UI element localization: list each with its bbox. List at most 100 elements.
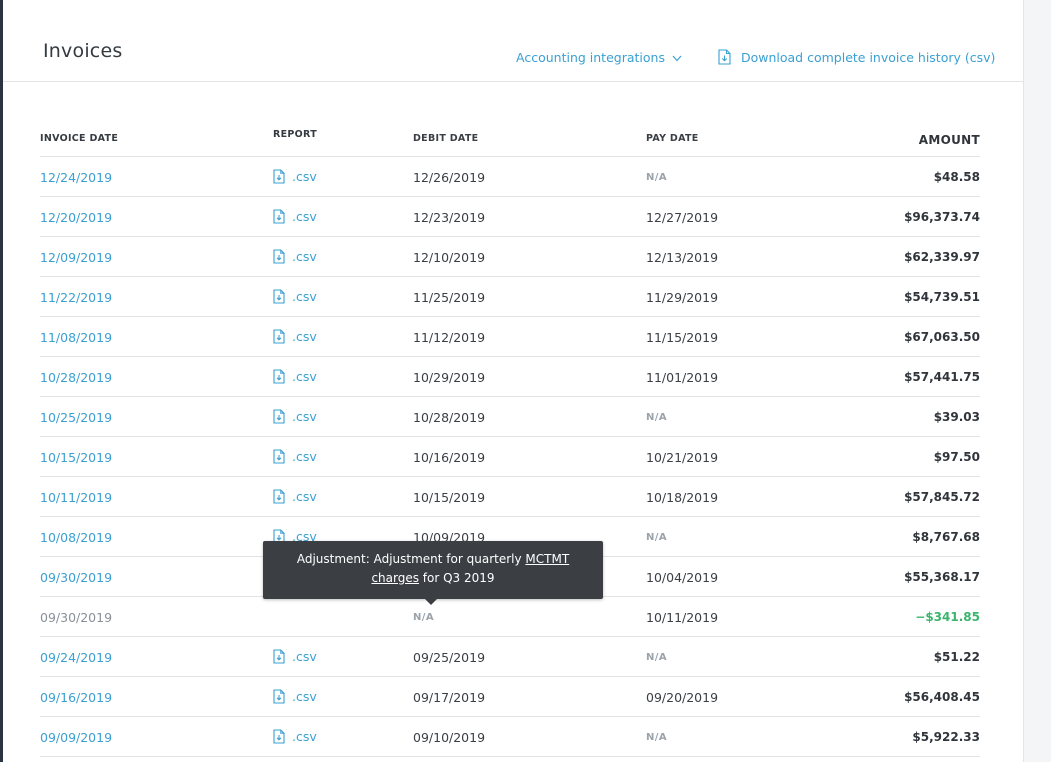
csv-report-label: .csv xyxy=(292,209,317,224)
csv-report-link[interactable]: .csv xyxy=(273,649,317,667)
debit-date-cell: 11/12/2019 xyxy=(413,330,486,345)
pay-date-cell: 10/21/2019 xyxy=(646,450,719,465)
pay-date-cell: 11/15/2019 xyxy=(646,330,719,345)
csv-report-label: .csv xyxy=(292,329,317,344)
invoice-date-cell: 09/30/2019 xyxy=(40,610,113,625)
invoice-date-cell[interactable]: 12/24/2019 xyxy=(40,170,112,185)
pay-date-cell: N/A xyxy=(646,532,667,543)
chevron-down-icon xyxy=(672,50,682,65)
tooltip-charges-link[interactable]: charges xyxy=(371,571,419,585)
debit-date-cell: 11/25/2019 xyxy=(413,290,486,305)
invoice-date-cell[interactable]: 09/30/2019 xyxy=(40,570,112,585)
tooltip-text-prefix: Adjustment: Adjustment for quarterly xyxy=(296,552,526,566)
column-header-pay-date[interactable]: PAY DATE xyxy=(646,133,699,144)
csv-report-link[interactable]: .csv xyxy=(273,169,317,187)
csv-report-link[interactable]: .csv xyxy=(273,689,317,707)
csv-report-link[interactable]: .csv xyxy=(273,489,317,507)
debit-date-cell: 10/16/2019 xyxy=(413,450,486,465)
document-download-icon xyxy=(273,249,285,267)
csv-report-label: .csv xyxy=(292,369,317,384)
csv-report-label: .csv xyxy=(292,649,317,664)
csv-report-label: .csv xyxy=(292,489,317,504)
invoice-date-cell[interactable]: 10/25/2019 xyxy=(40,410,112,425)
document-download-icon xyxy=(273,209,285,227)
column-header-report: REPORT xyxy=(273,129,318,140)
csv-report-link[interactable]: .csv xyxy=(273,449,317,467)
invoice-date-cell[interactable]: 12/20/2019 xyxy=(40,210,112,225)
page-title: Invoices xyxy=(43,40,123,62)
amount-cell: $48.58 xyxy=(933,170,980,184)
pay-date-cell: 10/04/2019 xyxy=(646,570,719,585)
debit-date-cell: 12/10/2019 xyxy=(413,250,486,265)
table-row: 09/16/2019 .csv 09/17/2019 09/20/2019 $56,40… xyxy=(40,677,980,717)
invoices-header: Invoices Accounting integrations Downloa… xyxy=(3,0,1023,82)
debit-date-cell: 10/29/2019 xyxy=(413,370,486,385)
invoice-date-cell[interactable]: 11/22/2019 xyxy=(40,290,112,305)
column-header-amount[interactable]: AMOUNT xyxy=(919,133,980,147)
column-header-invoice-date[interactable]: INVOICE DATE xyxy=(40,133,118,144)
invoices-table: INVOICE DATE REPORT DEBIT DATE PAY DATE … xyxy=(40,117,980,757)
csv-report-link[interactable]: .csv xyxy=(273,729,317,747)
csv-report-label: .csv xyxy=(292,409,317,424)
amount-cell: $54,739.51 xyxy=(904,290,980,304)
tooltip-text-suffix: for Q3 2019 xyxy=(418,571,495,585)
csv-report-link[interactable]: .csv xyxy=(273,249,317,267)
invoice-date-cell[interactable]: 10/15/2019 xyxy=(40,450,112,465)
csv-report-label: .csv xyxy=(292,289,317,304)
debit-date-cell: N/A xyxy=(413,612,434,623)
amount-cell: $8,767.68 xyxy=(912,530,980,544)
debit-date-cell: 09/25/2019 xyxy=(413,650,486,665)
amount-cell: $67,063.50 xyxy=(904,330,980,344)
amount-cell: $55,368.17 xyxy=(904,570,980,584)
table-row: 10/15/2019 .csv 10/16/2019 10/21/2019 $97.50 xyxy=(40,437,980,477)
invoice-date-cell[interactable]: 10/28/2019 xyxy=(40,370,112,385)
invoice-date-cell[interactable]: 10/11/2019 xyxy=(40,490,112,505)
csv-report-link[interactable]: .csv xyxy=(273,289,317,307)
pay-date-cell: 09/20/2019 xyxy=(646,690,719,705)
invoice-date-cell[interactable]: 12/09/2019 xyxy=(40,250,112,265)
amount-cell: $97.50 xyxy=(933,450,980,464)
amount-cell: $62,339.97 xyxy=(904,250,980,264)
document-download-icon xyxy=(273,369,285,387)
csv-report-link[interactable]: .csv xyxy=(273,409,317,427)
document-download-icon xyxy=(718,49,731,68)
invoice-date-cell[interactable]: 10/08/2019 xyxy=(40,530,112,545)
amount-cell: $57,441.75 xyxy=(904,370,980,384)
table-body: 12/24/2019 .csv 12/26/2019 N/A $48.58 12/20/2… xyxy=(40,157,980,757)
invoice-date-cell[interactable]: 09/24/2019 xyxy=(40,650,112,665)
pay-date-cell: 12/27/2019 xyxy=(646,210,719,225)
invoice-date-cell[interactable]: 09/16/2019 xyxy=(40,690,112,705)
amount-cell: $51.22 xyxy=(933,650,980,664)
pay-date-cell: N/A xyxy=(646,732,667,743)
tooltip-mctmt-link[interactable]: MCTMT xyxy=(525,552,569,566)
csv-report-link[interactable]: .csv xyxy=(273,329,317,347)
csv-report-link[interactable]: .csv xyxy=(273,209,317,227)
document-download-icon xyxy=(273,409,285,427)
amount-cell: $56,408.45 xyxy=(904,690,980,704)
document-download-icon xyxy=(273,689,285,707)
table-row: 10/28/2019 .csv 10/29/2019 11/01/2019 $57,44… xyxy=(40,357,980,397)
accounting-integrations-dropdown[interactable]: Accounting integrations xyxy=(516,50,682,65)
csv-report-label: .csv xyxy=(292,169,317,184)
pay-date-cell: 10/18/2019 xyxy=(646,490,719,505)
table-row: 09/09/2019 .csv 09/10/2019 N/A $5,922.33 xyxy=(40,717,980,757)
invoice-date-cell[interactable]: 11/08/2019 xyxy=(40,330,112,345)
table-row: 11/22/2019 .csv 11/25/2019 11/29/2019 $54,73… xyxy=(40,277,980,317)
amount-cell: $57,845.72 xyxy=(904,490,980,504)
debit-date-cell: 10/28/2019 xyxy=(413,410,486,425)
debit-date-cell: 09/10/2019 xyxy=(413,730,486,745)
invoice-date-cell[interactable]: 09/09/2019 xyxy=(40,730,112,745)
table-row: 09/30/2019 N/A 10/11/2019 −$341.85 xyxy=(40,597,980,637)
table-row: 09/24/2019 .csv 09/25/2019 N/A $51.22 xyxy=(40,637,980,677)
pay-date-cell: N/A xyxy=(646,172,667,183)
download-history-label: Download complete invoice history (csv) xyxy=(740,50,996,65)
document-download-icon xyxy=(273,169,285,187)
document-download-icon xyxy=(273,729,285,747)
column-header-debit-date[interactable]: DEBIT DATE xyxy=(413,133,478,144)
amount-cell: −$341.85 xyxy=(915,610,980,624)
csv-report-label: .csv xyxy=(292,249,317,264)
csv-report-link[interactable]: .csv xyxy=(273,369,317,387)
pay-date-cell: N/A xyxy=(646,412,667,423)
table-row: 12/20/2019 .csv 12/23/2019 12/27/2019 $96,37… xyxy=(40,197,980,237)
download-history-link[interactable]: Download complete invoice history (csv) xyxy=(718,49,995,68)
